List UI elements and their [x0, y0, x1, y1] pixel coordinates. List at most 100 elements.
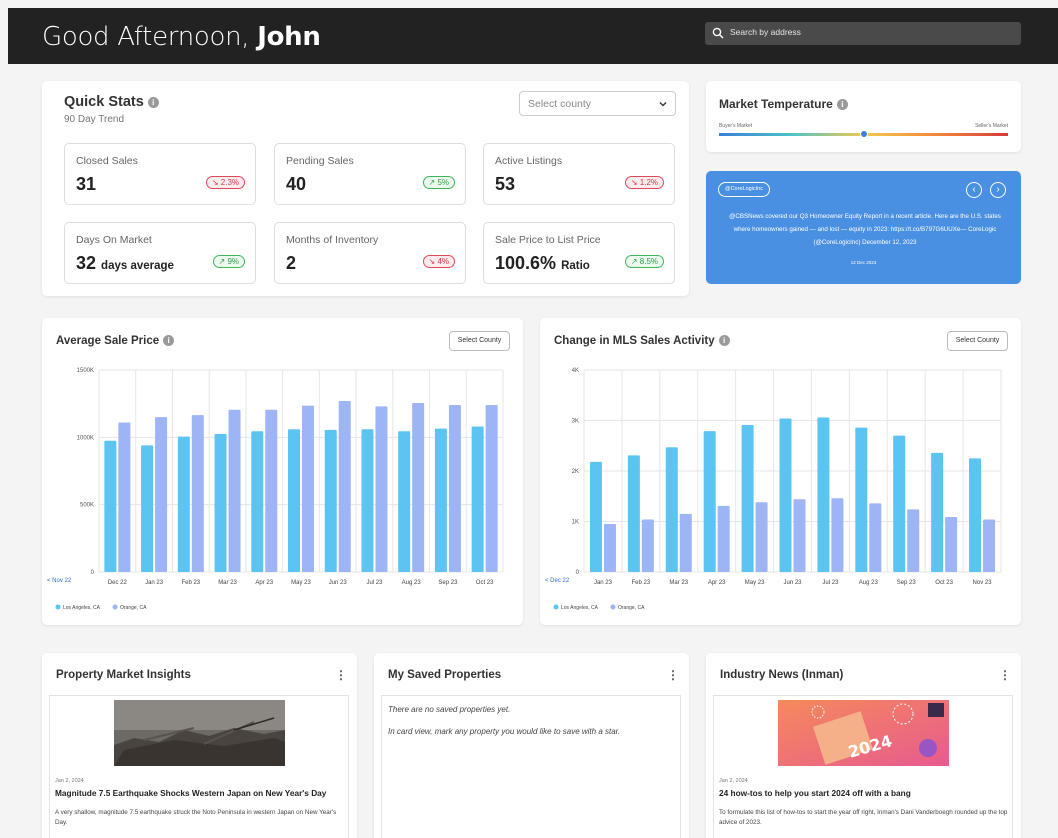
x-tick-label: Aug 23: [859, 580, 879, 586]
bar: [191, 415, 204, 572]
bar: [969, 458, 982, 572]
stat-value: 40: [286, 174, 307, 194]
market-temperature-title: Market Temperature i: [719, 97, 848, 111]
insights-headline[interactable]: Magnitude 7.5 Earthquake Shocks Western …: [55, 788, 326, 798]
y-tick-label: 1000K: [77, 435, 94, 441]
stat-tile[interactable]: Months of Inventory 2 ↘ 4%: [274, 222, 466, 284]
news-headline[interactable]: 24 how-tos to help you start 2024 off wi…: [719, 788, 911, 798]
stat-label: Sale Price to List Price: [495, 234, 601, 246]
y-tick-label: 4K: [572, 368, 579, 374]
trend-badge: ↘ 4%: [422, 255, 455, 268]
bar: [338, 400, 351, 572]
x-tick-label: Jul 23: [822, 580, 839, 586]
trend-down-icon: ↘: [630, 178, 638, 187]
bar: [214, 433, 227, 572]
stat-value: 100.6% Ratio: [495, 253, 590, 273]
prev-period-link[interactable]: < Nov 22: [47, 578, 72, 584]
next-tweet-button[interactable]: ›: [990, 182, 1006, 198]
stat-unit: days average: [101, 260, 174, 272]
prev-tweet-button[interactable]: ‹: [966, 182, 982, 198]
stat-tile[interactable]: Days On Market 32 days average ↗ 9%: [64, 222, 256, 284]
county-select[interactable]: Select county: [519, 91, 676, 116]
insights-article[interactable]: Jan 2, 2024 Magnitude 7.5 Earthquake Sho…: [49, 695, 349, 838]
new-year-2024-image: 2024: [778, 700, 949, 766]
trend-down-icon: ↘: [428, 257, 436, 266]
x-tick-label: Apr 23: [255, 580, 273, 586]
saved-properties-title: My Saved Properties: [388, 669, 502, 681]
news-article[interactable]: 2024 Jan 2, 2024 24 how-tos to help you …: [713, 695, 1013, 838]
stat-tile[interactable]: Pending Sales 40 ↗ 5%: [274, 143, 466, 205]
y-tick-label: 1500K: [77, 368, 94, 374]
legend-label: Orange, CA: [120, 605, 147, 611]
trend-down-icon: ↘: [211, 178, 219, 187]
sellers-market-label: Seller's Market: [975, 123, 1008, 129]
y-tick-label: 0: [91, 570, 95, 576]
legend-label: Los Angeles, CA: [561, 605, 599, 611]
bar: [603, 524, 616, 572]
empty-state-hint: In card view, mark any property you woul…: [388, 727, 621, 736]
greeting-prefix: Good Afternoon,: [42, 22, 250, 52]
x-tick-label: Apr 23: [708, 580, 726, 586]
more-options-icon[interactable]: ⋮: [667, 668, 679, 682]
bar: [983, 519, 996, 572]
info-icon[interactable]: i: [836, 99, 848, 111]
bar: [177, 436, 190, 572]
bar: [361, 429, 374, 572]
greeting: Good Afternoon, John: [42, 22, 321, 52]
stat-tile[interactable]: Sale Price to List Price 100.6% Ratio ↗ 8.…: [483, 222, 675, 284]
x-tick-label: Oct 23: [935, 580, 953, 586]
stat-tile[interactable]: Active Listings 53 ↘ 1.2%: [483, 143, 675, 205]
legend-marker: [112, 604, 118, 610]
quick-stats-title: Quick Stats i: [64, 94, 159, 110]
x-tick-label: Mar 23: [669, 580, 688, 586]
quick-stats-card: Quick Stats i 90 Day Trend Select county …: [42, 81, 689, 296]
info-icon[interactable]: i: [147, 96, 159, 108]
x-tick-label: Sep 23: [438, 580, 458, 586]
bar: [869, 503, 882, 572]
saved-properties-card: My Saved Properties ⋮ There are no saved…: [374, 653, 689, 838]
bar: [375, 406, 388, 572]
bar: [679, 513, 692, 572]
bar: [251, 431, 264, 572]
bar: [817, 417, 830, 572]
bar: [627, 455, 640, 572]
legend-label: Los Angeles, CA: [63, 605, 101, 611]
tweet-tag[interactable]: @CoreLogicInc: [718, 182, 770, 197]
stat-label: Closed Sales: [76, 155, 138, 167]
x-tick-label: Jan 23: [145, 580, 164, 586]
legend-label: Orange, CA: [618, 605, 645, 611]
x-tick-label: Sep 23: [897, 580, 917, 586]
bar: [155, 417, 168, 572]
y-tick-label: 2K: [572, 469, 579, 475]
bar: [412, 402, 425, 572]
mls-activity-chart: 0 1K 2K 3K 4K Jan 23 Feb 23 Mar 23 Apr 23 May 23 J…: [545, 368, 1002, 611]
stat-tile[interactable]: Closed Sales 31 ↘ 2.3%: [64, 143, 256, 205]
bar: [302, 405, 314, 572]
buyers-market-label: Buyer's Market: [719, 123, 753, 129]
bar: [265, 409, 278, 572]
x-tick-label: Dec 22: [108, 580, 128, 586]
temperature-indicator: [859, 130, 868, 138]
bar: [755, 502, 768, 572]
x-tick-label: May 23: [745, 580, 765, 586]
bar: [471, 426, 484, 572]
stat-value: 32 days average: [76, 253, 174, 273]
mls-activity-card: Change in MLS Sales Activity i Select Cou…: [540, 318, 1021, 625]
search-input[interactable]: Search by address: [705, 22, 1021, 45]
bar: [893, 435, 906, 572]
more-options-icon[interactable]: ⋮: [999, 668, 1011, 682]
stat-label: Pending Sales: [286, 155, 354, 167]
bar: [665, 447, 678, 572]
bar: [288, 429, 300, 572]
x-tick-label: Jun 23: [783, 580, 802, 586]
y-tick-label: 3K: [572, 419, 579, 425]
prev-period-link[interactable]: < Dec 22: [545, 578, 570, 584]
x-tick-label: Nov 23: [973, 580, 993, 586]
legend-marker: [55, 604, 61, 610]
more-options-icon[interactable]: ⋮: [335, 668, 347, 682]
chevron-down-icon: [659, 102, 667, 107]
insights-body: A very shallow, magnitude 7.5 earthquake…: [55, 809, 337, 826]
x-tick-label: Aug 23: [402, 580, 422, 586]
bar: [831, 498, 844, 572]
stat-value: 31: [76, 174, 97, 194]
